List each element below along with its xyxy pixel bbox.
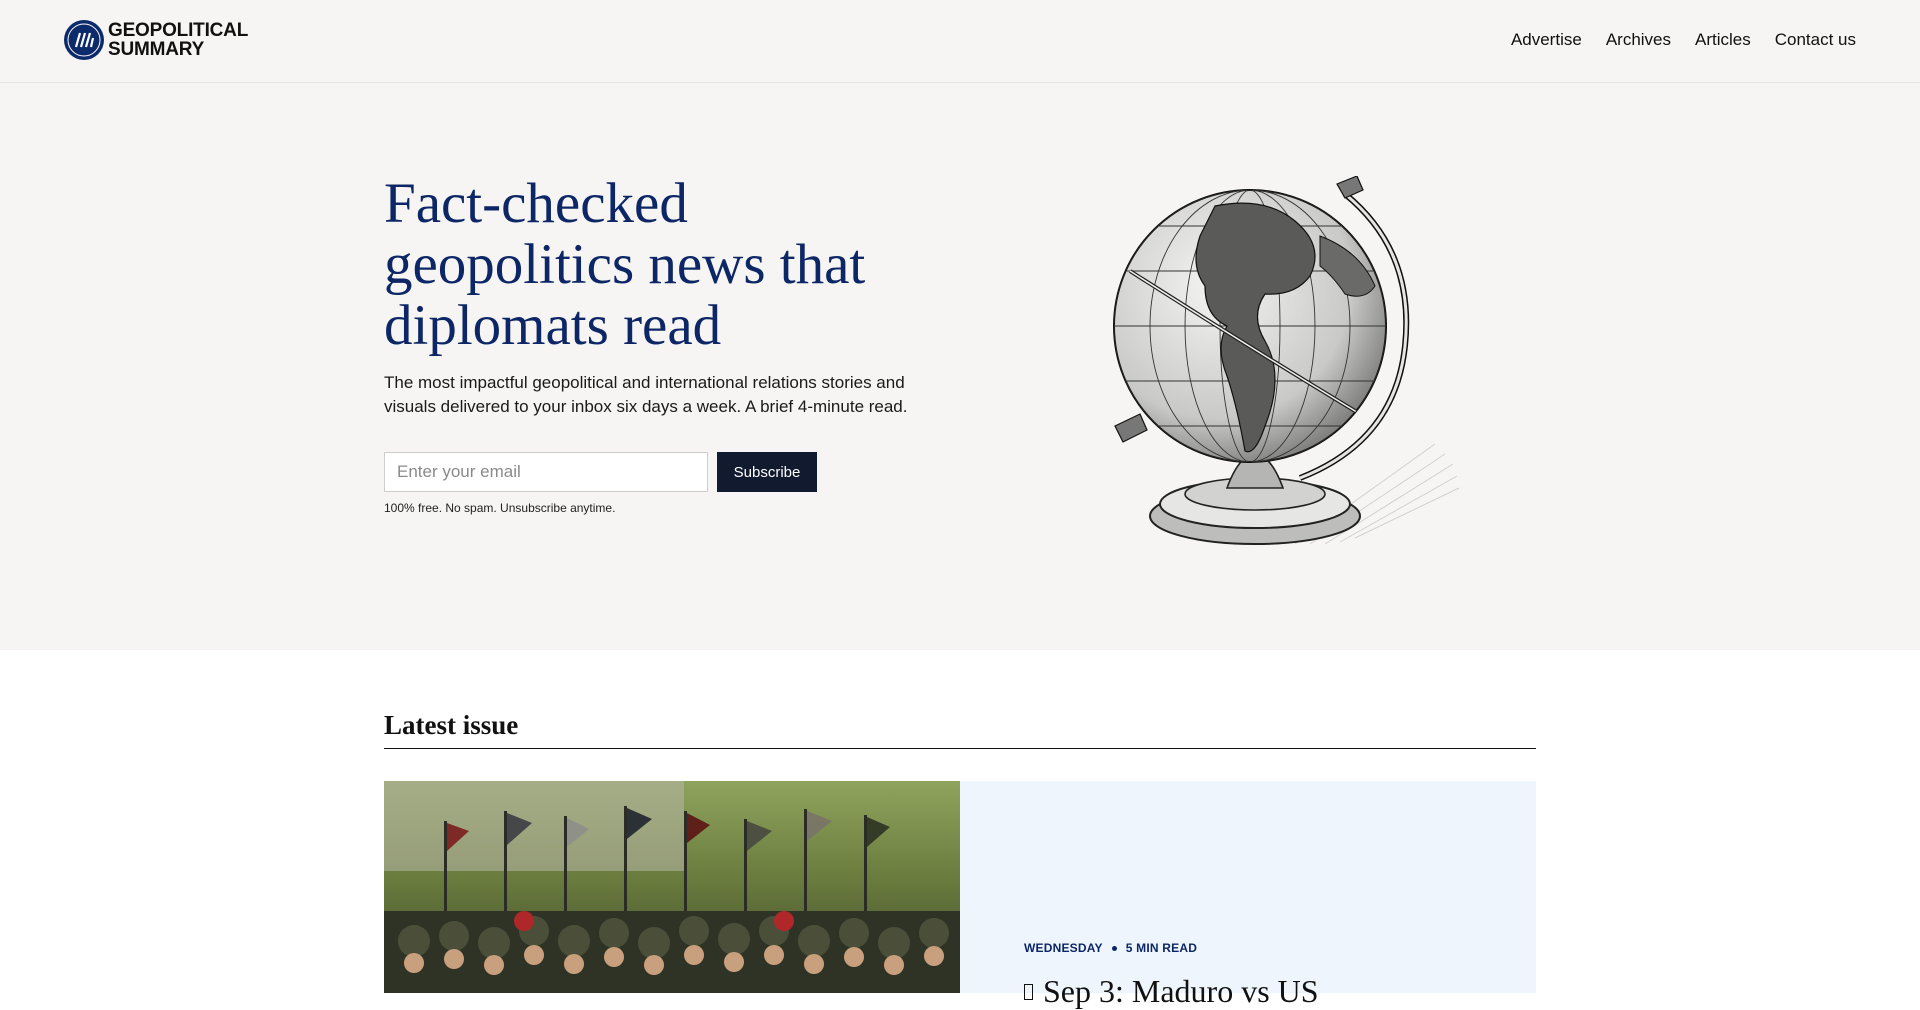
signup-form: Subscribe bbox=[384, 452, 817, 492]
logo-wordmark: GEOPOLITICAL SUMMARY bbox=[108, 21, 248, 59]
issue-title: Sep 3: Maduro vs US bbox=[1043, 973, 1319, 1009]
site-logo[interactable]: GEOPOLITICAL SUMMARY bbox=[64, 20, 248, 60]
issue-meta: WEDNESDAY 5 MIN READ bbox=[1024, 941, 1197, 955]
email-input[interactable] bbox=[384, 452, 708, 492]
issue-marker-icon bbox=[1024, 984, 1033, 1000]
latest-issue-heading: Latest issue bbox=[384, 710, 519, 740]
main-nav: Advertise Archives Articles Contact us bbox=[1511, 30, 1856, 50]
hero-section: Fact-checked geopolitics news that diplo… bbox=[0, 83, 1920, 650]
nav-archives[interactable]: Archives bbox=[1606, 30, 1671, 50]
subscribe-button[interactable]: Subscribe bbox=[717, 452, 817, 492]
issue-title-row[interactable]: Sep 3: Maduro vs US bbox=[1024, 973, 1319, 1010]
meta-separator-dot bbox=[1111, 945, 1117, 951]
site-header: GEOPOLITICAL SUMMARY Advertise Archives … bbox=[0, 0, 1920, 83]
globe-illustration bbox=[965, 175, 1537, 556]
nav-advertise[interactable]: Advertise bbox=[1511, 30, 1582, 50]
issue-day: WEDNESDAY bbox=[1024, 941, 1103, 955]
nav-contact-us[interactable]: Contact us bbox=[1775, 30, 1856, 50]
hero-subtitle: The most impactful geopolitical and inte… bbox=[384, 373, 908, 416]
nav-articles[interactable]: Articles bbox=[1695, 30, 1751, 50]
issue-read-time: 5 MIN READ bbox=[1125, 941, 1198, 955]
logo-line-1: GEOPOLITICAL bbox=[108, 20, 249, 41]
section-divider bbox=[384, 748, 1536, 749]
latest-issue-image[interactable] bbox=[384, 781, 960, 993]
logo-mark-icon bbox=[64, 20, 104, 60]
hero-title: Fact-checked geopolitics news that diplo… bbox=[384, 172, 866, 357]
latest-issue-card[interactable]: WEDNESDAY 5 MIN READ Sep 3: Maduro vs US bbox=[960, 781, 1536, 1009]
logo-line-2: SUMMARY bbox=[108, 39, 205, 60]
signup-fineprint: 100% free. No spam. Unsubscribe anytime. bbox=[384, 501, 616, 515]
